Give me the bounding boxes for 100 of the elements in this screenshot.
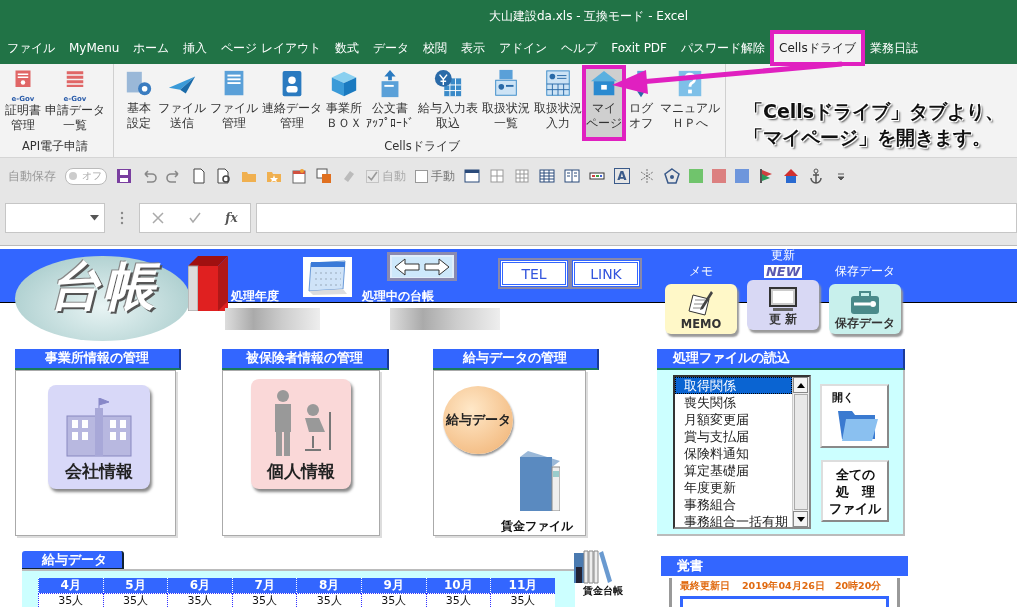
window-icon[interactable]: [464, 168, 480, 184]
ribbon-tab[interactable]: ホーム: [126, 32, 177, 64]
ribbon-tab[interactable]: アドイン: [492, 32, 555, 64]
ribbon-button[interactable]: 取扱状況 一覧: [480, 67, 532, 139]
ribbon-button[interactable]: 公文書 ｱｯﾌﾟﾛｰﾄﾞ: [364, 67, 416, 139]
print-preview-icon[interactable]: [216, 168, 232, 184]
name-box[interactable]: [5, 203, 105, 233]
tool-button[interactable]: 更 新: [747, 280, 819, 330]
snowflake-icon[interactable]: [639, 168, 655, 184]
list-item[interactable]: 算定基礎届: [675, 462, 792, 479]
ribbon-tab[interactable]: パスワード解除: [674, 32, 772, 64]
list-item[interactable]: 事務組合: [675, 496, 792, 513]
table-cell: 35人: [102, 593, 168, 607]
tool-label: 更新: [771, 247, 795, 264]
ribbon-button[interactable]: ファイル 送信: [156, 67, 208, 139]
ribbon-group-label: API電子申請: [21, 139, 89, 155]
flag-icon[interactable]: [758, 168, 774, 184]
personal-info-button[interactable]: 個人情報: [251, 379, 351, 489]
table-cell: 35人: [38, 593, 103, 607]
document-icon[interactable]: [191, 168, 207, 184]
ribbon-tab[interactable]: MyMenu: [62, 32, 127, 64]
redo-icon[interactable]: [166, 168, 182, 184]
scroll-down-icon: [796, 516, 805, 522]
updated-label: 最終更新日: [680, 580, 730, 593]
ribbon-tab[interactable]: 業務日誌: [862, 32, 925, 64]
calendar-icon: [303, 257, 352, 297]
cancel-icon[interactable]: [152, 212, 165, 224]
ribbon-tab[interactable]: 数式: [328, 32, 367, 64]
link-button[interactable]: TEL: [500, 260, 568, 287]
new-label: NEW: [763, 265, 803, 278]
all-files-button[interactable]: 全ての 処 理 ファイル: [821, 460, 889, 522]
color-swatch[interactable]: [689, 169, 703, 183]
ribbon-button[interactable]: マニュアル ＨＰへ: [658, 67, 722, 139]
annotation-text: 「Cellsドライブ」タブより、 「マイページ」を開きます。: [744, 99, 1005, 150]
scrollbar[interactable]: [792, 377, 809, 527]
panel-header: 給与データの管理: [433, 349, 599, 370]
ribbon-button[interactable]: ファイル 管理: [208, 67, 260, 139]
table-icon[interactable]: [539, 168, 555, 184]
list-item[interactable]: 喪失関係: [675, 394, 792, 411]
ribbon-button[interactable]: 基本 設定: [122, 67, 156, 139]
undo-icon[interactable]: [141, 168, 157, 184]
double-arrow-button[interactable]: [387, 252, 457, 281]
file-list[interactable]: 取得関係 喪失関係 月額変更届 賞与支払届 保険料通知 算定基礎届 年度更新 事務組合 事務組合一括有期: [673, 375, 811, 529]
double-arrow-icon: [392, 256, 452, 277]
window-title: 大山建設da.xls - 互換モード - Excel: [488, 7, 689, 25]
column-header: 4月: [38, 578, 103, 593]
ribbon-tab[interactable]: Cellsドライブ: [772, 32, 863, 64]
insert-function-button[interactable]: fx: [225, 211, 238, 225]
ribbon-tab[interactable]: ヘルプ: [554, 32, 605, 64]
house-icon[interactable]: [783, 168, 799, 184]
toolbox-key-icon: [849, 290, 881, 316]
anchor-icon[interactable]: [808, 168, 824, 184]
checkbox[interactable]: 手動: [415, 167, 455, 185]
section-header: 覚書: [661, 556, 908, 576]
list-item[interactable]: 年度更新: [675, 479, 792, 496]
tool-button[interactable]: 保存データ: [829, 284, 901, 334]
ribbon-tab[interactable]: データ: [366, 32, 417, 64]
tool-button[interactable]: MEMO: [665, 284, 737, 334]
ribbon-button[interactable]: 給与入力表 取込: [416, 67, 480, 139]
check-icon[interactable]: [188, 212, 201, 224]
ribbon-button[interactable]: 連絡データ 管理: [260, 67, 324, 139]
color-swatch[interactable]: [735, 169, 749, 183]
formula-input[interactable]: [256, 203, 1017, 233]
color-swatch[interactable]: [712, 169, 726, 183]
monitor-icon: [767, 286, 799, 312]
grid-icon[interactable]: [489, 168, 505, 184]
open-button[interactable]: 開く: [820, 384, 889, 448]
ribbon-button[interactable]: 事業所 ＢＯＸ: [324, 67, 364, 139]
web-icon[interactable]: [664, 168, 680, 184]
ribbon-button[interactable]: マイ ページ: [584, 67, 624, 139]
cube-icon: [329, 69, 359, 99]
panel-header: 被保険者情報の管理: [222, 349, 389, 370]
table-cell: 35人: [296, 593, 361, 607]
save-icon[interactable]: [116, 168, 132, 184]
company-info-button[interactable]: 会社情報: [48, 385, 150, 489]
column-header: 6月: [167, 578, 232, 593]
binder-icon: [520, 451, 560, 511]
column-header: 5月: [102, 578, 168, 593]
field-label: 処理中の台帳: [362, 288, 434, 305]
link-button[interactable]: LINK: [572, 260, 640, 287]
ribbon-tab[interactable]: 挿入: [176, 32, 215, 64]
column-header: 8月: [296, 578, 361, 593]
ribbon-tab[interactable]: 表示: [454, 32, 493, 64]
font-button[interactable]: A: [614, 168, 630, 184]
copy-windows-icon[interactable]: [316, 168, 332, 184]
list-item[interactable]: 賞与支払届: [675, 428, 792, 445]
list-item[interactable]: 月額変更届: [675, 411, 792, 428]
ribbon-tab[interactable]: Foxit PDF: [604, 32, 674, 64]
ribbon-tab[interactable]: ファイル: [0, 32, 62, 64]
list-item[interactable]: 事務組合一括有期: [675, 513, 792, 527]
list-item[interactable]: 保険料通知: [675, 445, 792, 462]
grid-icon[interactable]: [514, 168, 530, 184]
payroll-data-button[interactable]: 給与データ: [443, 386, 513, 454]
books-icon: [572, 549, 612, 585]
list-item[interactable]: 取得関係: [675, 377, 792, 394]
calendar-icon[interactable]: [291, 168, 307, 184]
book-icon[interactable]: [564, 168, 580, 184]
ribbon-tab[interactable]: 校閲: [416, 32, 455, 64]
panel-header: 事業所情報の管理: [15, 349, 181, 370]
ribbon-tab[interactable]: ページ レイアウト: [214, 32, 329, 64]
